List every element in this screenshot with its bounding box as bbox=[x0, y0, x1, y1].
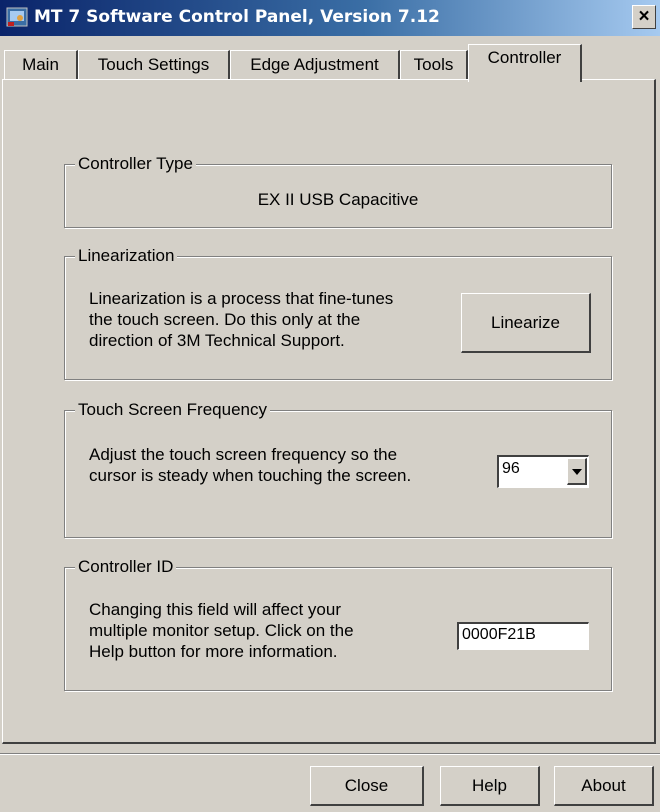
close-window-button[interactable]: × bbox=[632, 5, 656, 29]
tab-label: Touch Settings bbox=[97, 55, 210, 74]
chevron-down-icon[interactable] bbox=[567, 458, 587, 485]
frequency-line-2: cursor is steady when touching the scree… bbox=[89, 466, 412, 485]
linearization-line-3: direction of 3M Technical Support. bbox=[89, 331, 345, 350]
app-icon bbox=[6, 7, 28, 27]
frequency-line-1: Adjust the touch screen frequency so the bbox=[89, 445, 398, 464]
close-button[interactable]: Close bbox=[310, 766, 424, 806]
tab-label: Main bbox=[22, 55, 59, 74]
controller-id-line-3: Help button for more information. bbox=[89, 642, 338, 661]
tab-controller[interactable]: Controller bbox=[468, 44, 582, 82]
about-button[interactable]: About bbox=[554, 766, 654, 806]
controller-type-group: Controller Type EX II USB Capacitive bbox=[64, 154, 612, 228]
tab-strip: Main Touch Settings Edge Adjustment Tool… bbox=[0, 36, 660, 82]
touch-frequency-group: Touch Screen Frequency Adjust the touch … bbox=[64, 400, 612, 538]
help-button[interactable]: Help bbox=[440, 766, 540, 806]
controller-type-legend: Controller Type bbox=[75, 154, 196, 174]
window-title: MT 7 Software Control Panel, Version 7.1… bbox=[34, 7, 440, 27]
linearization-line-2: the touch screen. Do this only at the bbox=[89, 310, 361, 329]
controller-id-legend: Controller ID bbox=[75, 557, 177, 577]
title-bar[interactable]: MT 7 Software Control Panel, Version 7.1… bbox=[0, 0, 660, 36]
controller-id-value: 0000F21B bbox=[462, 626, 536, 643]
frequency-selected-value: 96 bbox=[502, 460, 520, 477]
controller-id-group: Controller ID Changing this field will a… bbox=[64, 557, 612, 691]
controller-id-line-1: Changing this field will affect your bbox=[89, 600, 341, 619]
controller-id-input[interactable]: 0000F21B bbox=[457, 622, 589, 650]
footer-separator bbox=[0, 753, 660, 755]
tab-tools[interactable]: Tools bbox=[400, 50, 468, 80]
control-panel-window: MT 7 Software Control Panel, Version 7.1… bbox=[0, 0, 660, 812]
linearization-legend: Linearization bbox=[75, 246, 178, 266]
controller-id-line-2: multiple monitor setup. Click on the bbox=[89, 621, 354, 640]
linearize-button[interactable]: Linearize bbox=[461, 293, 591, 353]
controller-type-value: EX II USB Capacitive bbox=[257, 190, 419, 209]
linearization-line-1: Linearization is a process that fine-tun… bbox=[89, 289, 394, 308]
tab-label: Edge Adjustment bbox=[250, 55, 379, 74]
close-icon: × bbox=[638, 6, 650, 27]
tab-main[interactable]: Main bbox=[4, 50, 78, 80]
frequency-select[interactable]: 96 bbox=[497, 455, 589, 488]
tab-label: Controller bbox=[487, 48, 562, 67]
tab-label: Tools bbox=[413, 55, 454, 74]
tab-edge-adjustment[interactable]: Edge Adjustment bbox=[230, 50, 400, 80]
touch-frequency-legend: Touch Screen Frequency bbox=[75, 400, 270, 420]
linearization-group: Linearization Linearization is a process… bbox=[64, 246, 612, 380]
tab-touch-settings[interactable]: Touch Settings bbox=[78, 50, 230, 80]
